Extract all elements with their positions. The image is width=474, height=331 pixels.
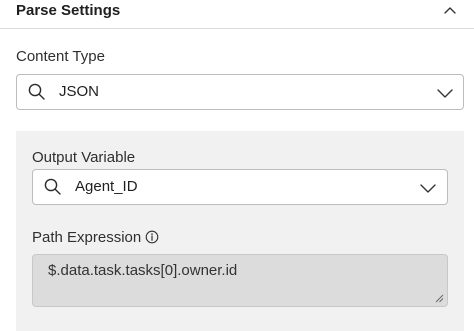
output-variable-label: Output Variable (32, 149, 136, 166)
path-expression-label-text: Path Expression (32, 229, 142, 246)
resize-handle-icon[interactable] (434, 293, 444, 303)
path-expression-textarea[interactable]: $.data.task.tasks[0].owner.id (32, 254, 448, 307)
search-icon (28, 83, 45, 100)
search-icon (44, 178, 61, 195)
parse-settings-header[interactable]: Parse Settings (0, 0, 474, 29)
section-title: Parse Settings (16, 2, 121, 19)
chevron-down-icon[interactable] (419, 182, 437, 194)
chevron-up-icon[interactable] (442, 3, 458, 17)
content-type-value: JSON (59, 83, 100, 100)
output-variable-select[interactable]: Agent_ID (32, 169, 448, 205)
content-type-label: Content Type (16, 48, 105, 65)
chevron-down-icon[interactable] (436, 87, 454, 99)
content-type-select[interactable]: JSON (16, 74, 464, 110)
path-expression-label: Path Expression (32, 229, 159, 247)
info-icon[interactable] (145, 230, 159, 244)
output-variable-value: Agent_ID (75, 178, 138, 195)
path-expression-value: $.data.task.tasks[0].owner.id (48, 262, 238, 279)
